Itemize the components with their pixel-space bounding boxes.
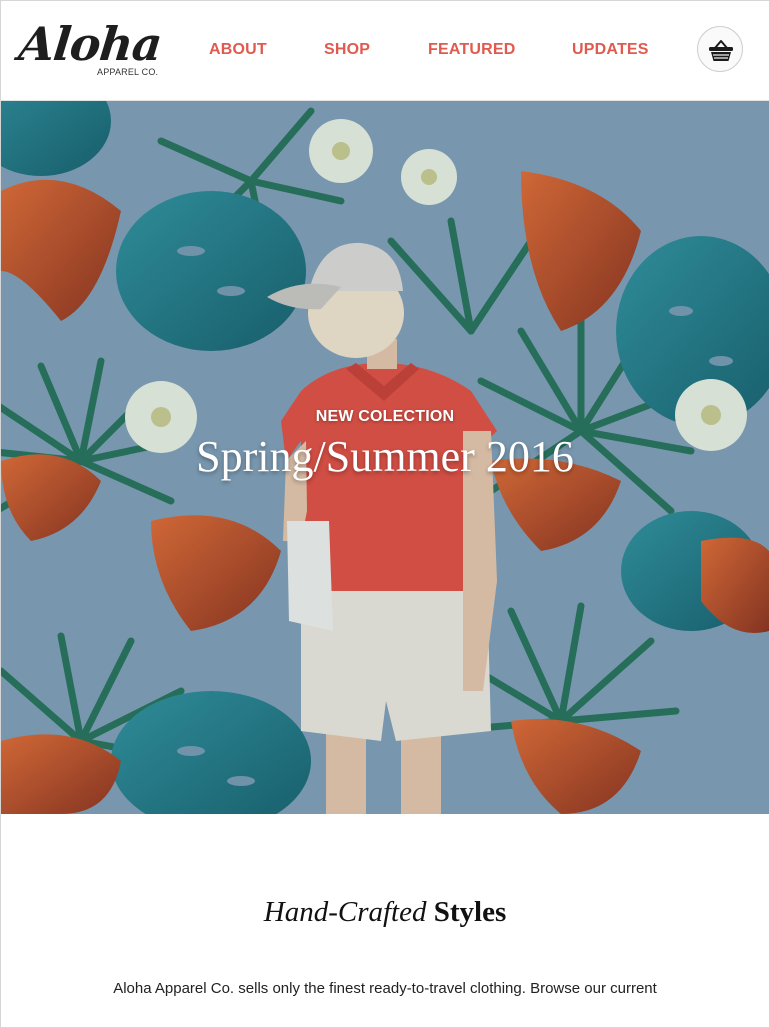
logo[interactable]: Aloha APPAREL CO. — [16, 17, 169, 81]
section-body: Aloha Apparel Co. sells only the finest … — [113, 980, 657, 1027]
logo-script: Aloha — [16, 17, 164, 71]
section-title: Hand-Crafted Styles — [1, 896, 769, 929]
shopping-basket-icon — [709, 40, 733, 61]
section-title-italic: Hand-Crafted — [263, 896, 427, 928]
hero-banner: NEW COLECTION Spring/Summer 2016 — [1, 101, 769, 814]
hero-title: Spring/Summer 2016 — [196, 432, 574, 481]
hero-kicker: NEW COLECTION — [315, 408, 455, 425]
nav-featured[interactable]: FEATURED — [428, 41, 516, 59]
nav-updates[interactable]: UPDATES — [572, 41, 649, 59]
cart-button[interactable] — [697, 26, 743, 72]
nav-shop[interactable]: SHOP — [324, 41, 370, 59]
site-header: Aloha APPAREL CO. ABOUT SHOP FEATURED UP… — [1, 1, 769, 101]
intro-section: Hand-Crafted Styles Aloha Apparel Co. se… — [1, 814, 769, 1027]
section-title-bold: Styles — [433, 896, 507, 928]
logo-subtitle: APPAREL CO. — [97, 67, 159, 77]
page: Aloha APPAREL CO. ABOUT SHOP FEATURED UP… — [0, 0, 770, 1028]
nav-about[interactable]: ABOUT — [209, 41, 267, 59]
